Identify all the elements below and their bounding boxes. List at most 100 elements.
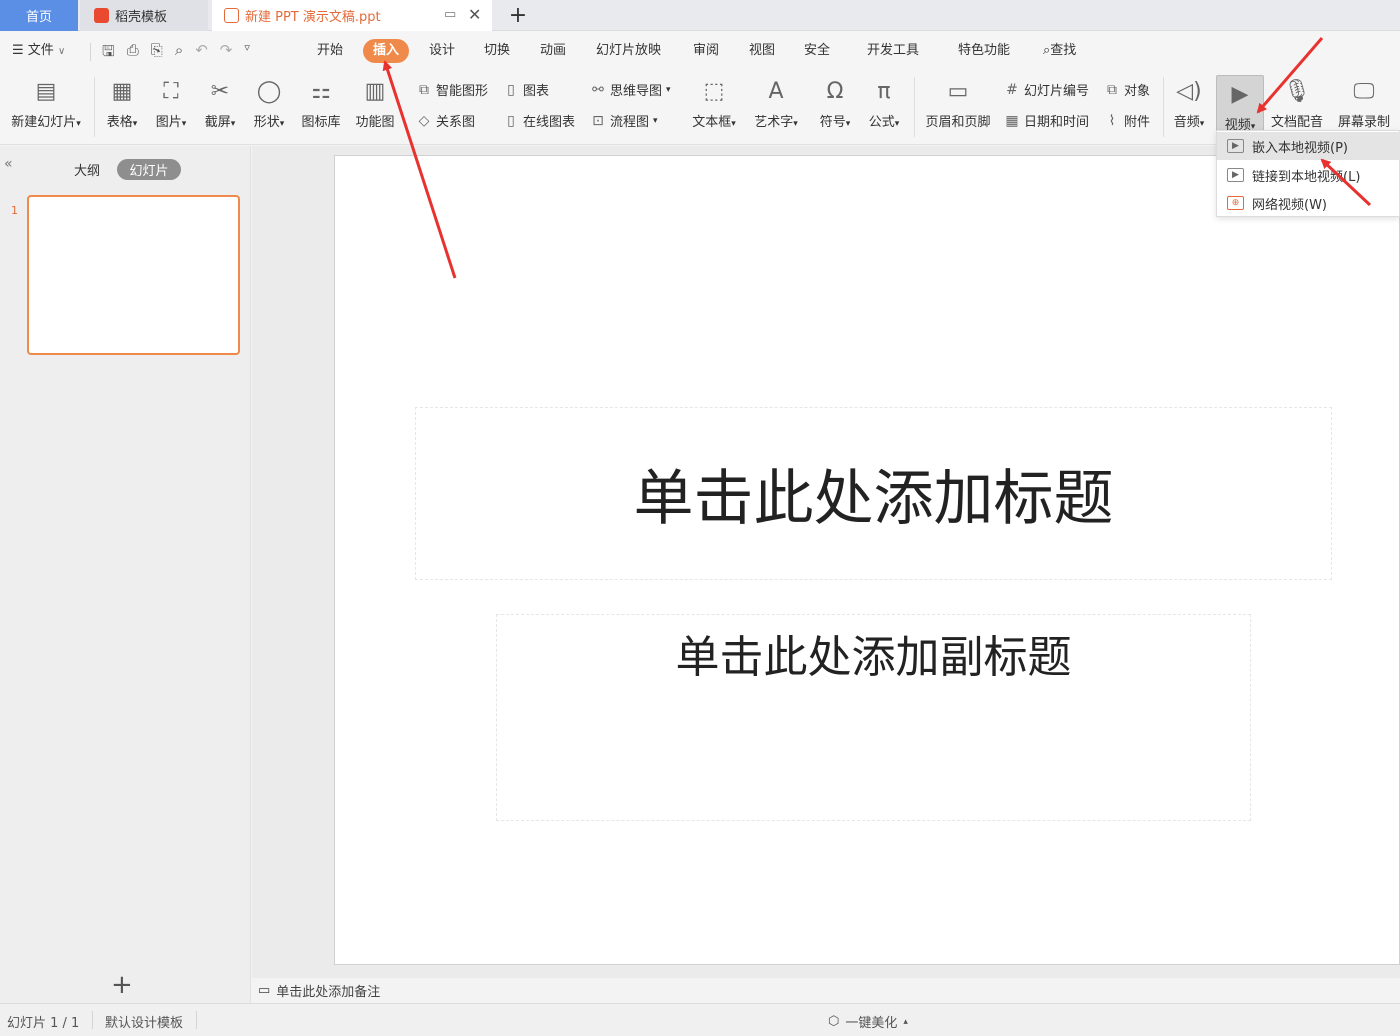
header-footer-icon: ▭	[947, 78, 969, 104]
add-slide-button[interactable]: +	[111, 970, 133, 1000]
tab-docer-templates[interactable]: 稻壳模板	[80, 0, 208, 31]
chevron-up-icon: ▴	[903, 1016, 908, 1027]
collapse-panel-icon[interactable]: «	[4, 156, 13, 172]
textbox-icon: ⬚	[703, 78, 725, 104]
menu-slideshow[interactable]: 幻灯片放映	[590, 39, 667, 63]
subtitle-placeholder[interactable]: 单击此处添加副标题	[496, 614, 1251, 821]
output-pdf-icon[interactable]: ⎙	[127, 41, 139, 66]
menu-insert[interactable]: 插入	[363, 39, 410, 63]
formula-button[interactable]: π 公式▾	[864, 75, 904, 131]
notes-bar[interactable]: ▭ 单击此处添加备注	[252, 978, 1400, 1003]
tab-home[interactable]: 首页	[0, 0, 78, 31]
divider	[1163, 77, 1164, 137]
table-icon: ▦	[111, 78, 133, 104]
divider	[914, 77, 915, 137]
quick-access-dropdown-icon[interactable]: ▿	[244, 41, 250, 66]
embed-local-video-item[interactable]: ▶ 嵌入本地视频(P)	[1217, 132, 1400, 160]
find-button[interactable]: ⌕查找	[1037, 39, 1082, 63]
header-footer-button[interactable]: ▭ 页眉和页脚	[922, 75, 994, 131]
icon-library-label: 图标库	[301, 115, 341, 130]
paperclip-icon: ⌇	[1108, 112, 1116, 129]
ppt-file-icon	[224, 8, 239, 23]
function-chart-button[interactable]: ▥ 功能图	[353, 75, 397, 131]
icon-library-button[interactable]: ⚏ 图标库	[299, 75, 343, 131]
shape-button[interactable]: ◯ 形状▾	[249, 75, 289, 131]
beautify-button[interactable]: ⬡ 一键美化 ▴	[828, 1012, 908, 1031]
new-slide-label: 新建幻灯片	[11, 115, 77, 130]
title-placeholder[interactable]: 单击此处添加标题	[415, 407, 1332, 580]
slide-thumbnail-number: 1	[11, 204, 18, 217]
mind-map-button[interactable]: ⚯ 思维导图 ▾	[590, 80, 670, 100]
word-art-button[interactable]: A 艺术字▾	[750, 75, 802, 131]
picture-button[interactable]: ⛶ 图片▾	[151, 75, 191, 131]
close-tab-icon[interactable]: ✕	[468, 5, 481, 24]
textbox-button[interactable]: ⬚ 文本框▾	[688, 75, 740, 131]
symbol-button[interactable]: Ω 符号▾	[815, 75, 855, 131]
print-preview-icon[interactable]: ⌕	[175, 41, 183, 66]
file-menu[interactable]: ☰ 文件 ∨	[6, 39, 71, 63]
menu-animations[interactable]: 动画	[534, 39, 572, 63]
undo-icon[interactable]: ↶	[195, 41, 208, 66]
slide-number-label: 幻灯片编号	[1024, 84, 1090, 99]
doc-dubbing-button[interactable]: 🎙 文档配音	[1268, 75, 1326, 131]
divider	[92, 1011, 93, 1029]
tab-outline[interactable]: 大纲	[74, 160, 100, 179]
menu-developer[interactable]: 开发工具	[861, 39, 925, 63]
screenshot-button[interactable]: ✂ 截屏▾	[200, 75, 240, 131]
menu-transitions[interactable]: 切换	[478, 39, 516, 63]
menu-view[interactable]: 视图	[743, 39, 781, 63]
slide-number-icon: #	[1006, 81, 1018, 98]
save-icon[interactable]: 🖫	[102, 41, 115, 66]
print-icon[interactable]: ⎘	[151, 41, 163, 66]
online-chart-button[interactable]: ▯ 在线图表	[503, 111, 576, 131]
object-button[interactable]: ⧉ 对象	[1104, 80, 1150, 100]
omega-icon: Ω	[826, 78, 844, 104]
screen-record-icon: 🖵	[1353, 78, 1375, 104]
menu-review[interactable]: 审阅	[687, 39, 725, 63]
menu-home[interactable]: 开始	[311, 39, 349, 63]
new-tab-button[interactable]: +	[500, 0, 536, 31]
header-footer-label: 页眉和页脚	[925, 115, 991, 130]
attachment-button[interactable]: ⌇ 附件	[1104, 111, 1151, 131]
relation-icon: ◇	[418, 112, 430, 129]
attachment-label: 附件	[1124, 115, 1151, 130]
chevron-down-icon: ∨	[57, 46, 66, 57]
chart-button[interactable]: ▯ 图表	[503, 80, 550, 100]
embed-local-video-label: 嵌入本地视频(P)	[1252, 140, 1348, 156]
slide-index: 幻灯片 1 / 1	[7, 1016, 80, 1031]
new-slide-button[interactable]: ▤ 新建幻灯片▾	[6, 75, 86, 131]
smart-art-button[interactable]: ⧉ 智能图形	[416, 80, 488, 100]
date-time-button[interactable]: ▦ 日期和时间	[1004, 111, 1089, 131]
flowchart-label: 流程图	[610, 115, 650, 130]
menu-design[interactable]: 设计	[423, 39, 461, 63]
tab-document-label: 新建 PPT 演示文稿.ppt	[245, 10, 381, 25]
redo-icon[interactable]: ↷	[220, 41, 233, 66]
flowchart-button[interactable]: ⊡ 流程图 ▾	[590, 111, 657, 131]
pin-window-icon[interactable]: ▭	[444, 7, 456, 22]
word-art-icon: A	[768, 78, 784, 104]
menu-special-features[interactable]: 特色功能	[952, 39, 1016, 63]
slide-number-button[interactable]: # 幻灯片编号	[1004, 80, 1090, 100]
video-button[interactable]: ▶ 视频▾	[1216, 75, 1264, 136]
cube-icon: ⬡	[828, 1014, 840, 1029]
web-video-item[interactable]: ⊕ 网络视频(W)	[1217, 189, 1400, 217]
screen-record-button[interactable]: 🖵 屏幕录制	[1334, 75, 1394, 131]
tab-document[interactable]: 新建 PPT 演示文稿.ppt ▭ ✕	[212, 0, 492, 31]
slide-thumbnail[interactable]	[27, 195, 240, 355]
file-menu-label: 文件	[27, 43, 54, 58]
web-video-label: 网络视频(W)	[1252, 197, 1327, 213]
chart-label: 图表	[523, 84, 550, 99]
menu-security[interactable]: 安全	[798, 39, 836, 63]
link-local-video-item[interactable]: ▶ 链接到本地视频(L)	[1217, 161, 1400, 189]
tab-slides[interactable]: 幻灯片	[117, 159, 181, 180]
video-link-icon: ▶	[1227, 168, 1244, 182]
video-dropdown-menu: ▶ 嵌入本地视频(P) ▶ 链接到本地视频(L) ⊕ 网络视频(W)	[1216, 130, 1400, 217]
video-file-icon: ▶	[1227, 139, 1244, 153]
online-chart-label: 在线图表	[523, 115, 576, 130]
table-button[interactable]: ▦ 表格▾	[102, 75, 142, 131]
tab-bar: 首页 稻壳模板 新建 PPT 演示文稿.ppt ▭ ✕ +	[0, 0, 1400, 31]
template-name: 默认设计模板	[105, 1016, 184, 1031]
audio-button[interactable]: ◁) 音频▾	[1168, 75, 1210, 131]
relation-button[interactable]: ◇ 关系图	[416, 111, 475, 131]
word-art-label: 艺术字	[754, 115, 794, 130]
